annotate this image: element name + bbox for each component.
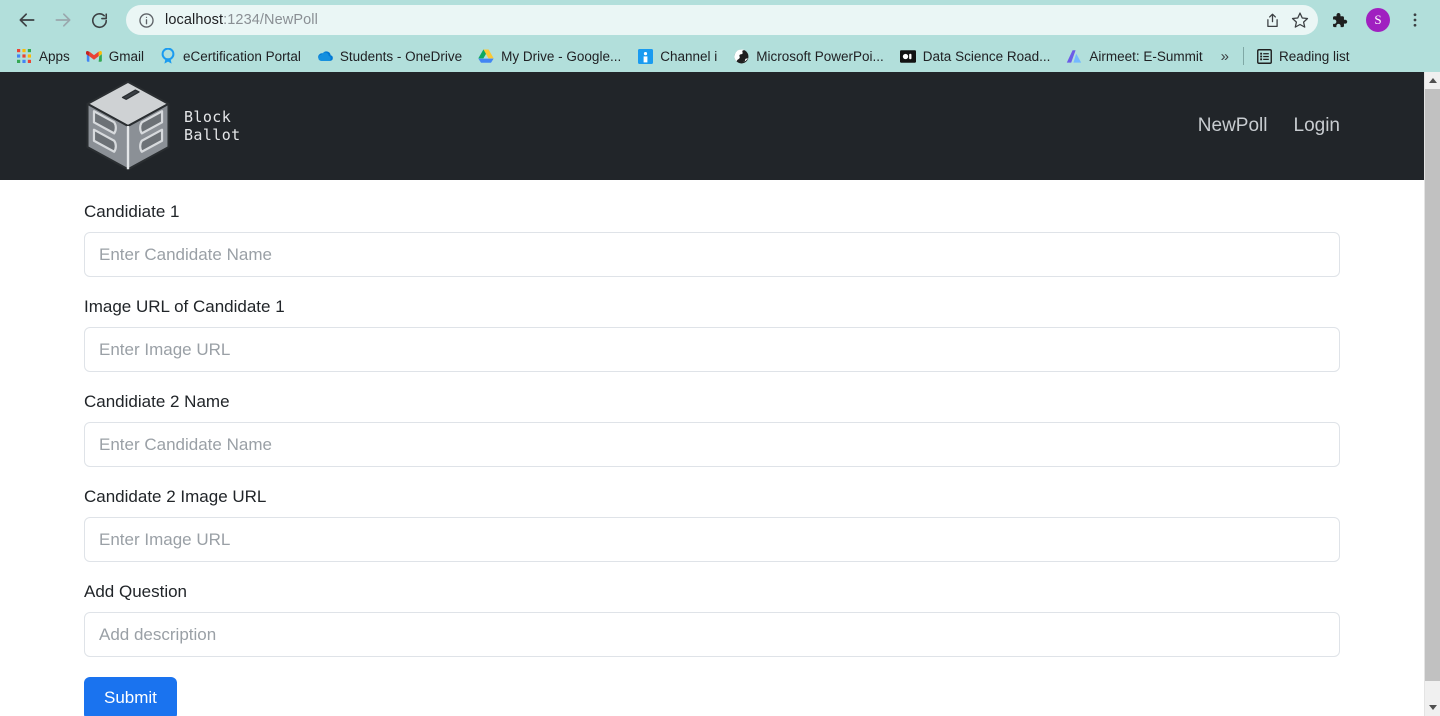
- browser-chrome: localhost:1234/NewPoll S Apps Gmail eCer…: [0, 0, 1440, 72]
- label-candidate-1-name: Candidiate 1: [84, 202, 180, 221]
- form-group-candidate-1-image-url: Image URL of Candidate 1: [84, 297, 1340, 372]
- bookmark-star-button[interactable]: [1286, 6, 1314, 34]
- arrow-left-icon: [19, 13, 35, 27]
- bookmark-label: eCertification Portal: [183, 48, 301, 64]
- bookmark-channel-i[interactable]: Channel i: [629, 45, 725, 67]
- label-add-question: Add Question: [84, 582, 188, 601]
- channel-i-icon: [637, 48, 653, 64]
- nav-link-login[interactable]: Login: [1294, 115, 1341, 137]
- address-bar[interactable]: localhost:1234/NewPoll: [126, 5, 1318, 35]
- page-content: Block Ballot NewPoll Login Candidiate 1 …: [0, 72, 1424, 716]
- airmeet-icon: [1066, 48, 1082, 64]
- form-group-candidate-2-image-url: Candidate 2 Image URL: [84, 487, 1340, 562]
- new-poll-form: Candidiate 1 Image URL of Candidate 1 Ca…: [0, 180, 1424, 716]
- browser-toolbar: localhost:1234/NewPoll S: [0, 0, 1440, 40]
- candidate-1-image-url-input[interactable]: [84, 327, 1340, 372]
- avatar: S: [1366, 8, 1390, 32]
- onedrive-cloud-icon: [317, 48, 333, 64]
- extensions-button[interactable]: [1320, 3, 1356, 37]
- nav-link-newpoll[interactable]: NewPoll: [1198, 115, 1268, 137]
- reading-list-label: Reading list: [1279, 48, 1350, 64]
- bookmark-data-science-roadmap[interactable]: Data Science Road...: [892, 45, 1059, 67]
- profile-button[interactable]: S: [1358, 3, 1398, 37]
- candidate-1-name-input[interactable]: [84, 232, 1340, 277]
- browser-menu-button[interactable]: [1400, 3, 1430, 37]
- form-group-question: Add Question: [84, 582, 1340, 657]
- brand-text: Block Ballot: [184, 108, 241, 144]
- brand-line-1: Block: [184, 108, 232, 126]
- share-icon: [1266, 13, 1278, 27]
- submit-button[interactable]: Submit: [84, 677, 177, 716]
- scroll-down-button[interactable]: [1425, 699, 1440, 716]
- label-candidate-2-name: Candidiate 2 Name: [84, 392, 230, 411]
- candidate-2-image-url-input[interactable]: [84, 517, 1340, 562]
- arrow-right-icon: [55, 13, 71, 27]
- data-science-icon: [899, 48, 916, 64]
- bookmarks-overflow-button[interactable]: »: [1211, 45, 1239, 68]
- puzzle-piece-icon: [1332, 12, 1347, 27]
- bookmark-gmail[interactable]: Gmail: [78, 45, 152, 67]
- powerpoint-globe-icon: [733, 48, 749, 64]
- bookmark-label: Airmeet: E-Summit: [1089, 48, 1203, 64]
- bookmark-microsoft-powerpoint[interactable]: Microsoft PowerPoi...: [725, 45, 892, 67]
- share-button[interactable]: [1258, 6, 1286, 34]
- url-host: localhost: [165, 12, 224, 28]
- bookmark-label: Apps: [39, 48, 70, 64]
- bookmark-apps[interactable]: Apps: [8, 45, 78, 67]
- url-path: :1234/NewPoll: [223, 12, 318, 28]
- bookmark-label: Channel i: [660, 48, 718, 64]
- scrollbar-thumb[interactable]: [1425, 89, 1440, 681]
- page-viewport: Block Ballot NewPoll Login Candidiate 1 …: [0, 72, 1440, 716]
- bookmark-label: Gmail: [108, 48, 145, 64]
- site-navbar: Block Ballot NewPoll Login: [0, 72, 1424, 180]
- reload-icon: [91, 12, 107, 28]
- label-candidate-2-image-url: Candidate 2 Image URL: [84, 487, 267, 506]
- url-text: localhost:1234/NewPoll: [155, 12, 1258, 28]
- back-button[interactable]: [10, 3, 44, 37]
- bookmark-label: Students - OneDrive: [339, 48, 463, 64]
- brand[interactable]: Block Ballot: [84, 78, 241, 174]
- scroll-up-arrow-icon: [1429, 78, 1437, 83]
- bookmark-label: Data Science Road...: [922, 48, 1051, 64]
- bookmark-students-onedrive[interactable]: Students - OneDrive: [309, 45, 470, 67]
- scroll-up-button[interactable]: [1425, 72, 1440, 89]
- bookmark-my-drive-google[interactable]: My Drive - Google...: [470, 45, 629, 67]
- bookmark-ecertification-portal[interactable]: eCertification Portal: [152, 45, 309, 67]
- bookmarks-divider: [1243, 47, 1244, 65]
- label-candidate-1-image-url: Image URL of Candidate 1: [84, 297, 285, 316]
- three-dot-menu-icon: [1413, 13, 1417, 27]
- brand-line-2: Ballot: [184, 126, 241, 144]
- reload-button[interactable]: [82, 3, 116, 37]
- forward-button[interactable]: [46, 3, 80, 37]
- candidate-2-name-input[interactable]: [84, 422, 1340, 467]
- ballot-box-cube-logo: [86, 80, 170, 171]
- star-icon: [1291, 12, 1309, 28]
- question-description-input[interactable]: [84, 612, 1340, 657]
- gmail-icon: [85, 48, 102, 64]
- form-group-candidate-2-name: Candidiate 2 Name: [84, 392, 1340, 467]
- bookmark-airmeet-e-summit[interactable]: Airmeet: E-Summit: [1058, 45, 1210, 67]
- google-drive-icon: [478, 48, 494, 64]
- reading-list-icon: [1256, 48, 1272, 64]
- scroll-down-arrow-icon: [1429, 705, 1437, 710]
- reading-list-button[interactable]: Reading list: [1248, 45, 1358, 67]
- form-group-candidate-1-name: Candidiate 1: [84, 202, 1340, 277]
- apps-grid-icon: [16, 48, 32, 64]
- navbar-links: NewPoll Login: [1198, 115, 1340, 137]
- ribbon-badge-icon: [160, 48, 176, 64]
- page-scrollbar[interactable]: [1424, 72, 1440, 716]
- bookmark-label: My Drive - Google...: [501, 48, 622, 64]
- bookmark-label: Microsoft PowerPoi...: [756, 48, 884, 64]
- bookmarks-bar: Apps Gmail eCertification Portal Student…: [0, 40, 1440, 72]
- info-circle-icon[interactable]: [138, 12, 155, 29]
